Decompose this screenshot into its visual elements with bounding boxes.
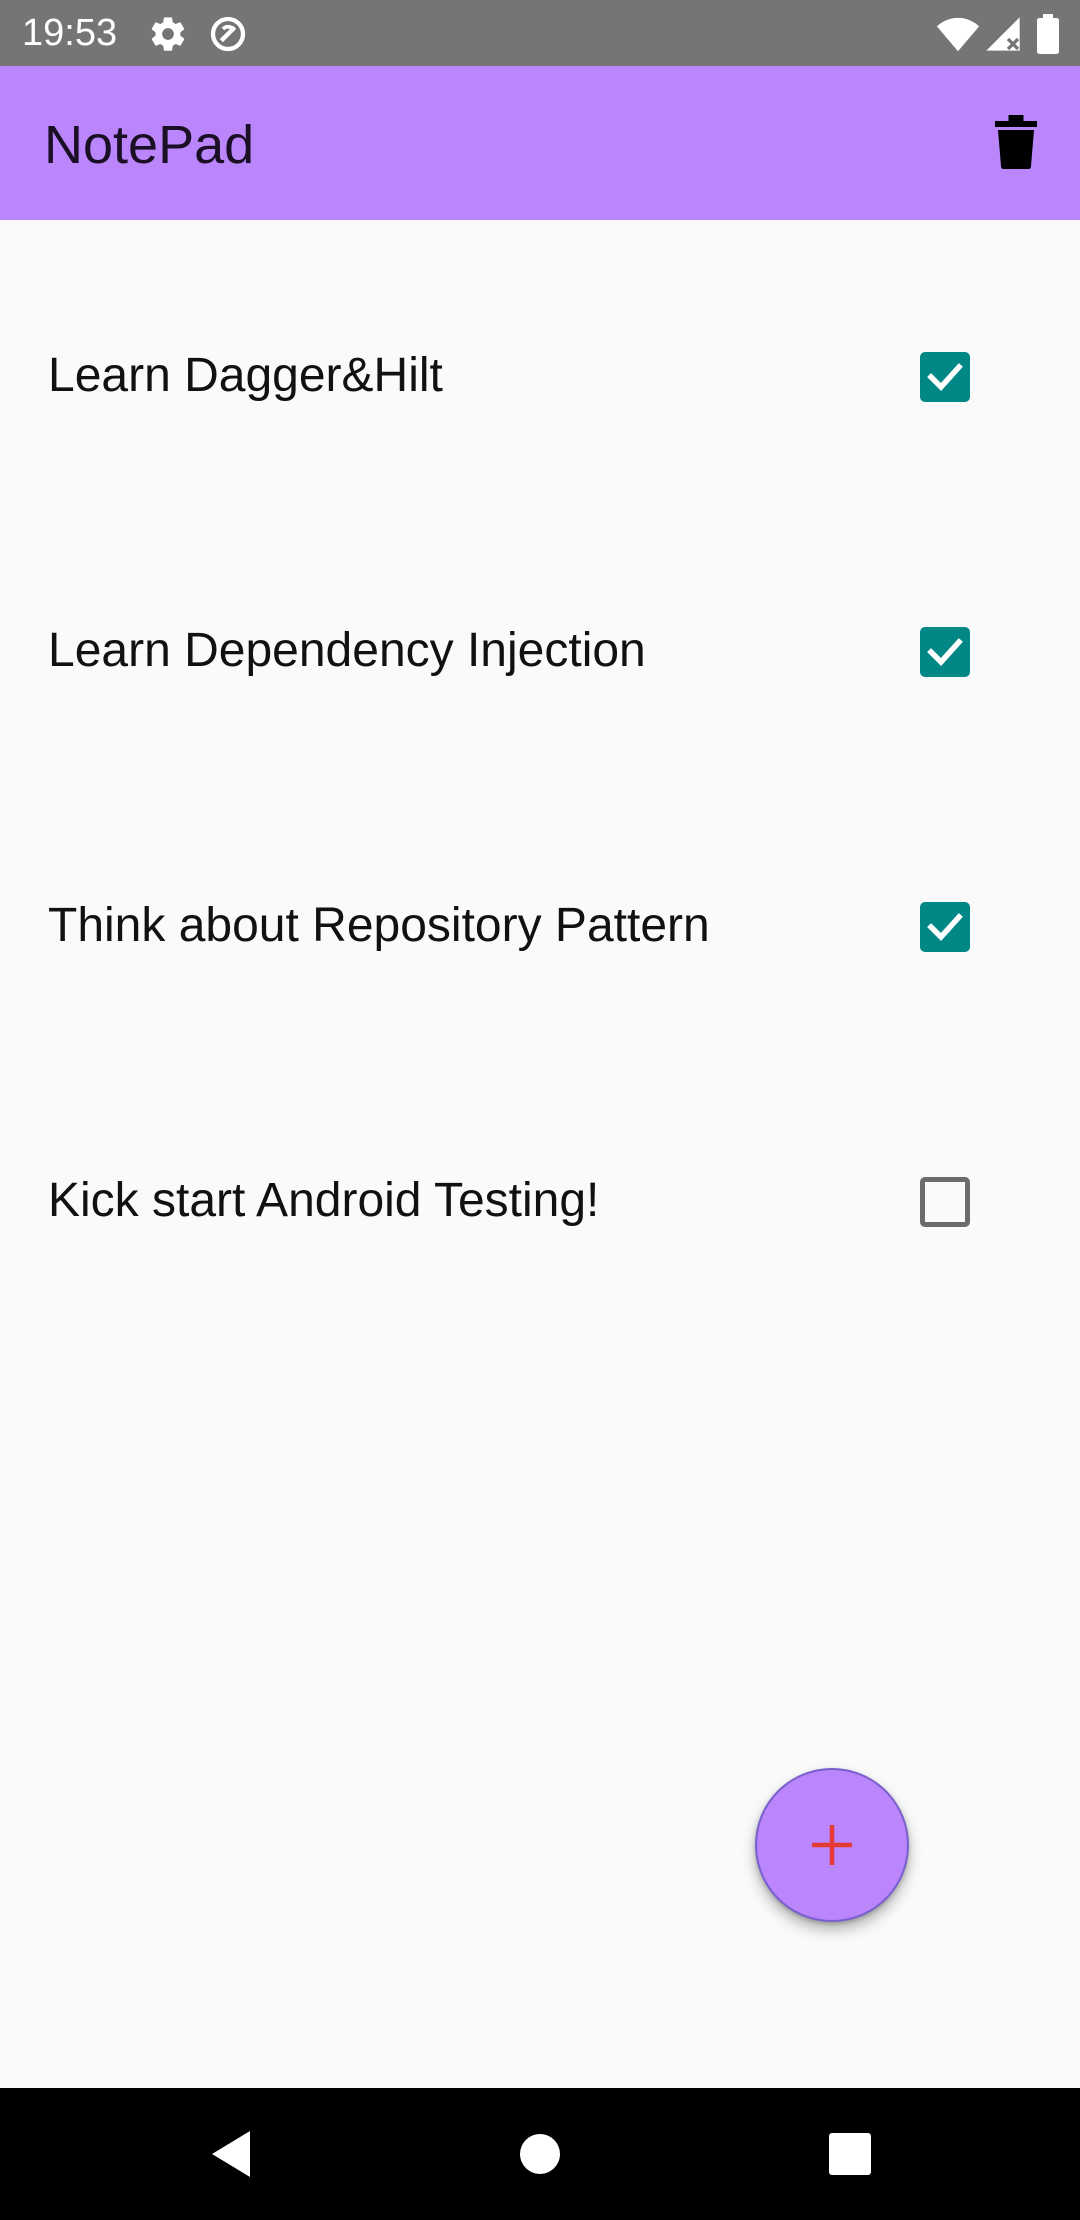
status-bar: 19:53 [0,0,1080,66]
check-icon [927,638,963,666]
home-icon [520,2134,560,2174]
note-text: Kick start Android Testing! [48,1174,600,1227]
app-title: NotePad [44,115,255,175]
note-text: Learn Dagger&Hilt [48,349,443,402]
navigation-bar [0,2088,1080,2220]
data-saver-icon [208,14,248,54]
trash-icon [994,115,1038,173]
list-item[interactable]: Think about Repository Pattern [0,810,1080,1010]
status-time: 19:53 [22,12,118,54]
battery-icon [1036,14,1060,54]
recents-button[interactable] [814,2118,886,2190]
settings-icon [148,14,188,54]
plus-icon [812,1825,852,1865]
note-checkbox[interactable] [920,1177,970,1227]
note-checkbox[interactable] [920,352,970,402]
note-checkbox[interactable] [920,902,970,952]
home-button[interactable] [504,2118,576,2190]
check-icon [927,913,963,941]
list-item[interactable]: Learn Dependency Injection [0,535,1080,735]
recents-icon [829,2133,871,2175]
back-icon [212,2131,250,2177]
check-icon [927,363,963,391]
delete-all-button[interactable] [978,106,1054,182]
back-button[interactable] [200,2118,272,2190]
list-item[interactable]: Kick start Android Testing! [0,1085,1080,1285]
note-checkbox[interactable] [920,627,970,677]
list-item[interactable]: Learn Dagger&Hilt [0,260,1080,460]
app-bar: NotePad [0,66,1080,220]
add-note-button[interactable] [755,1768,909,1922]
signal-icon [983,14,1023,54]
wifi-icon [935,14,981,54]
note-text: Learn Dependency Injection [48,624,646,677]
note-text: Think about Repository Pattern [48,899,710,952]
